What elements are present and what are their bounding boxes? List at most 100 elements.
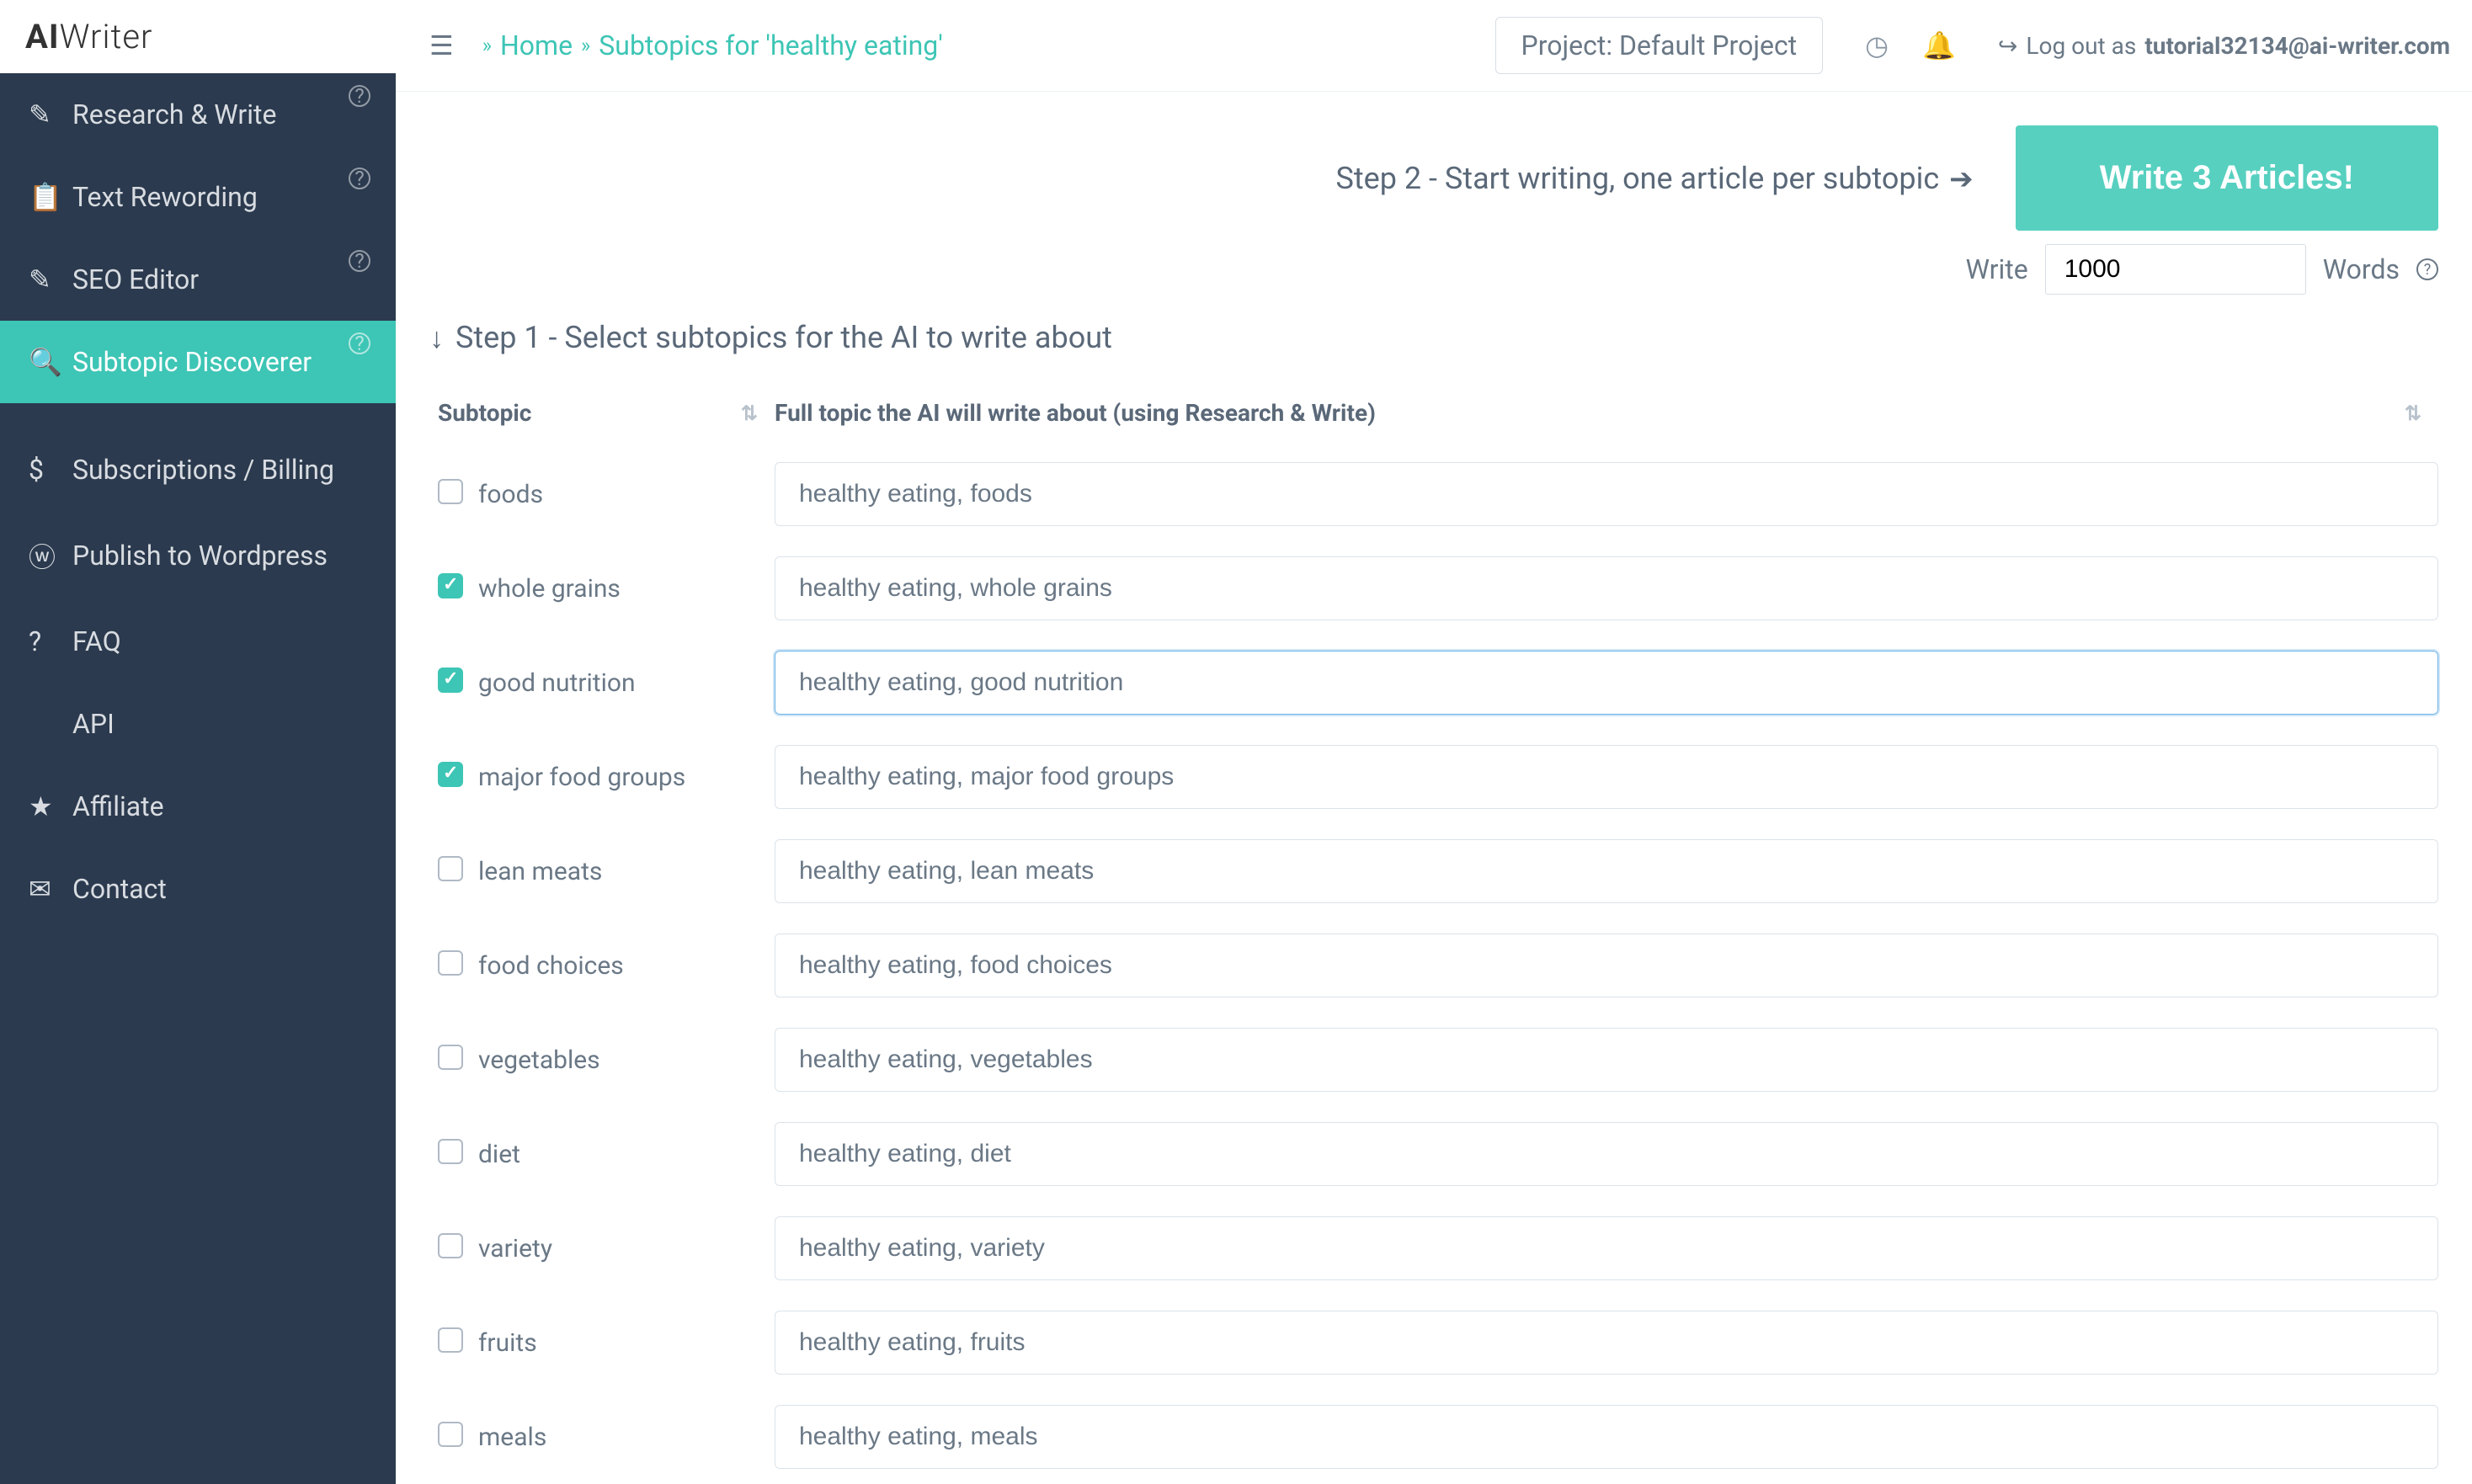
logout-link[interactable]: ↪ Log out as tutorial32134@ai-writer.com xyxy=(1998,32,2450,60)
subtopic-checkbox[interactable] xyxy=(438,1045,463,1070)
sidebar-item-label: API xyxy=(72,708,115,740)
sidebar-item-seo-editor[interactable]: ✎SEO Editor? xyxy=(0,238,396,321)
subtopic-checkbox[interactable] xyxy=(438,950,463,976)
full-topic-input[interactable] xyxy=(775,839,2438,903)
subtopic-checkbox[interactable] xyxy=(438,479,463,504)
table-row: variety xyxy=(429,1201,2438,1295)
subtopic-label: fruits xyxy=(478,1328,775,1358)
sidebar-item-subtopic-discoverer[interactable]: 🔍Subtopic Discoverer? xyxy=(0,321,396,403)
sidebar-item-label: Contact xyxy=(72,873,167,905)
sidebar-item-text-rewording[interactable]: 📋Text Rewording? xyxy=(0,156,396,238)
subtopic-table: Subtopic ⇅ Full topic the AI will write … xyxy=(429,389,2438,1484)
contact-icon: ✉ xyxy=(29,873,64,905)
help-icon[interactable]: ? xyxy=(2416,258,2438,280)
content: Step 2 - Start writing, one article per … xyxy=(396,92,2472,1484)
subtopic-label: variety xyxy=(478,1234,775,1263)
subtopic-label: good nutrition xyxy=(478,668,775,698)
breadcrumb-home[interactable]: Home xyxy=(500,29,573,61)
table-row: foods xyxy=(429,447,2438,541)
words-label: Words xyxy=(2323,253,2400,285)
breadcrumb-current: Subtopics for 'healthy eating' xyxy=(599,29,943,61)
sort-icon[interactable]: ⇅ xyxy=(741,402,758,425)
col-header-subtopic[interactable]: Subtopic xyxy=(438,399,531,427)
full-topic-input[interactable] xyxy=(775,933,2438,997)
sidebar-item-label: FAQ xyxy=(72,625,121,657)
seo-editor-icon: ✎ xyxy=(29,263,64,295)
project-selector[interactable]: Project: Default Project xyxy=(1495,17,1824,74)
subtopic-label: diet xyxy=(478,1140,775,1169)
help-icon[interactable]: ? xyxy=(349,332,370,354)
subtopic-label: whole grains xyxy=(478,574,775,604)
logout-icon: ↪ xyxy=(1998,32,2017,60)
publish-to-wordpress-icon: ⓦ xyxy=(29,536,64,575)
sidebar-item-publish-to-wordpress[interactable]: ⓦPublish to Wordpress xyxy=(0,511,396,600)
subtopic-checkbox[interactable] xyxy=(438,668,463,693)
sidebar-item-research-write[interactable]: ✎Research & Write? xyxy=(0,73,396,156)
table-row: fruits xyxy=(429,1295,2438,1390)
sidebar-item-label: Subtopic Discoverer xyxy=(72,346,312,378)
research-write-icon: ✎ xyxy=(29,98,64,130)
step2-label: Step 2 - Start writing, one article per … xyxy=(1335,161,1973,196)
write-label: Write xyxy=(1966,253,2028,285)
subscriptions-billing-icon: $ xyxy=(29,454,64,486)
sidebar-item-contact[interactable]: ✉Contact xyxy=(0,848,396,930)
sidebar-item-label: Text Rewording xyxy=(72,181,258,213)
step1-label: Step 1 - Select subtopics for the AI to … xyxy=(429,320,2438,355)
bell-icon[interactable]: 🔔 xyxy=(1922,29,1956,61)
topbar: ☰ » Home » Subtopics for 'healthy eating… xyxy=(396,0,2472,92)
table-row: lean meats xyxy=(429,824,2438,918)
sidebar-item-api[interactable]: API xyxy=(0,683,396,765)
full-topic-input[interactable] xyxy=(775,651,2438,715)
full-topic-input[interactable] xyxy=(775,1216,2438,1280)
sidebar-item-subscriptions-billing[interactable]: $Subscriptions / Billing xyxy=(0,428,396,511)
subtopic-label: lean meats xyxy=(478,857,775,886)
sidebar-item-label: Affiliate xyxy=(72,790,164,822)
table-row: vegetables xyxy=(429,1013,2438,1107)
faq-icon: ? xyxy=(29,625,64,657)
sidebar-item-label: Publish to Wordpress xyxy=(72,540,328,572)
write-articles-button[interactable]: Write 3 Articles! xyxy=(2016,125,2438,231)
table-row: meals xyxy=(429,1390,2438,1484)
full-topic-input[interactable] xyxy=(775,462,2438,526)
arrow-right-icon xyxy=(1949,161,1974,196)
full-topic-input[interactable] xyxy=(775,556,2438,620)
sidebar-item-faq[interactable]: ?FAQ xyxy=(0,600,396,683)
table-row: good nutrition xyxy=(429,636,2438,730)
arrow-down-icon xyxy=(429,320,444,355)
table-row: diet xyxy=(429,1107,2438,1201)
subtopic-checkbox[interactable] xyxy=(438,1422,463,1447)
full-topic-input[interactable] xyxy=(775,1122,2438,1186)
full-topic-input[interactable] xyxy=(775,1311,2438,1375)
main-area: ☰ » Home » Subtopics for 'healthy eating… xyxy=(396,0,2472,1484)
subtopic-checkbox[interactable] xyxy=(438,1327,463,1353)
sidebar-item-label: Subscriptions / Billing xyxy=(72,454,334,486)
subtopic-checkbox[interactable] xyxy=(438,856,463,881)
help-icon[interactable]: ? xyxy=(349,168,370,189)
subtopic-checkbox[interactable] xyxy=(438,1233,463,1258)
col-header-full[interactable]: Full topic the AI will write about (usin… xyxy=(775,399,1376,427)
affiliate-icon: ★ xyxy=(29,790,64,822)
subtopic-checkbox[interactable] xyxy=(438,1139,463,1164)
sidebar-item-label: SEO Editor xyxy=(72,263,199,295)
subtopic-label: meals xyxy=(478,1423,775,1452)
table-row: whole grains xyxy=(429,541,2438,636)
menu-toggle-icon[interactable]: ☰ xyxy=(418,23,466,68)
word-count-input[interactable] xyxy=(2045,244,2306,295)
sidebar-item-affiliate[interactable]: ★Affiliate xyxy=(0,765,396,848)
sidebar-item-label: Research & Write xyxy=(72,98,276,130)
subtopic-checkbox[interactable] xyxy=(438,573,463,598)
subtopic-checkbox[interactable] xyxy=(438,762,463,787)
subtopic-discoverer-icon: 🔍 xyxy=(29,346,64,378)
text-rewording-icon: 📋 xyxy=(29,181,64,213)
subtopic-label: foods xyxy=(478,480,775,509)
sort-icon[interactable]: ⇅ xyxy=(2405,402,2421,425)
app-logo: AIWriter xyxy=(0,0,396,73)
full-topic-input[interactable] xyxy=(775,745,2438,809)
help-icon[interactable]: ? xyxy=(349,250,370,272)
full-topic-input[interactable] xyxy=(775,1405,2438,1469)
table-row: food choices xyxy=(429,918,2438,1013)
full-topic-input[interactable] xyxy=(775,1028,2438,1092)
subtopic-label: major food groups xyxy=(478,763,775,792)
clock-icon[interactable]: ◷ xyxy=(1865,29,1889,61)
help-icon[interactable]: ? xyxy=(349,85,370,107)
